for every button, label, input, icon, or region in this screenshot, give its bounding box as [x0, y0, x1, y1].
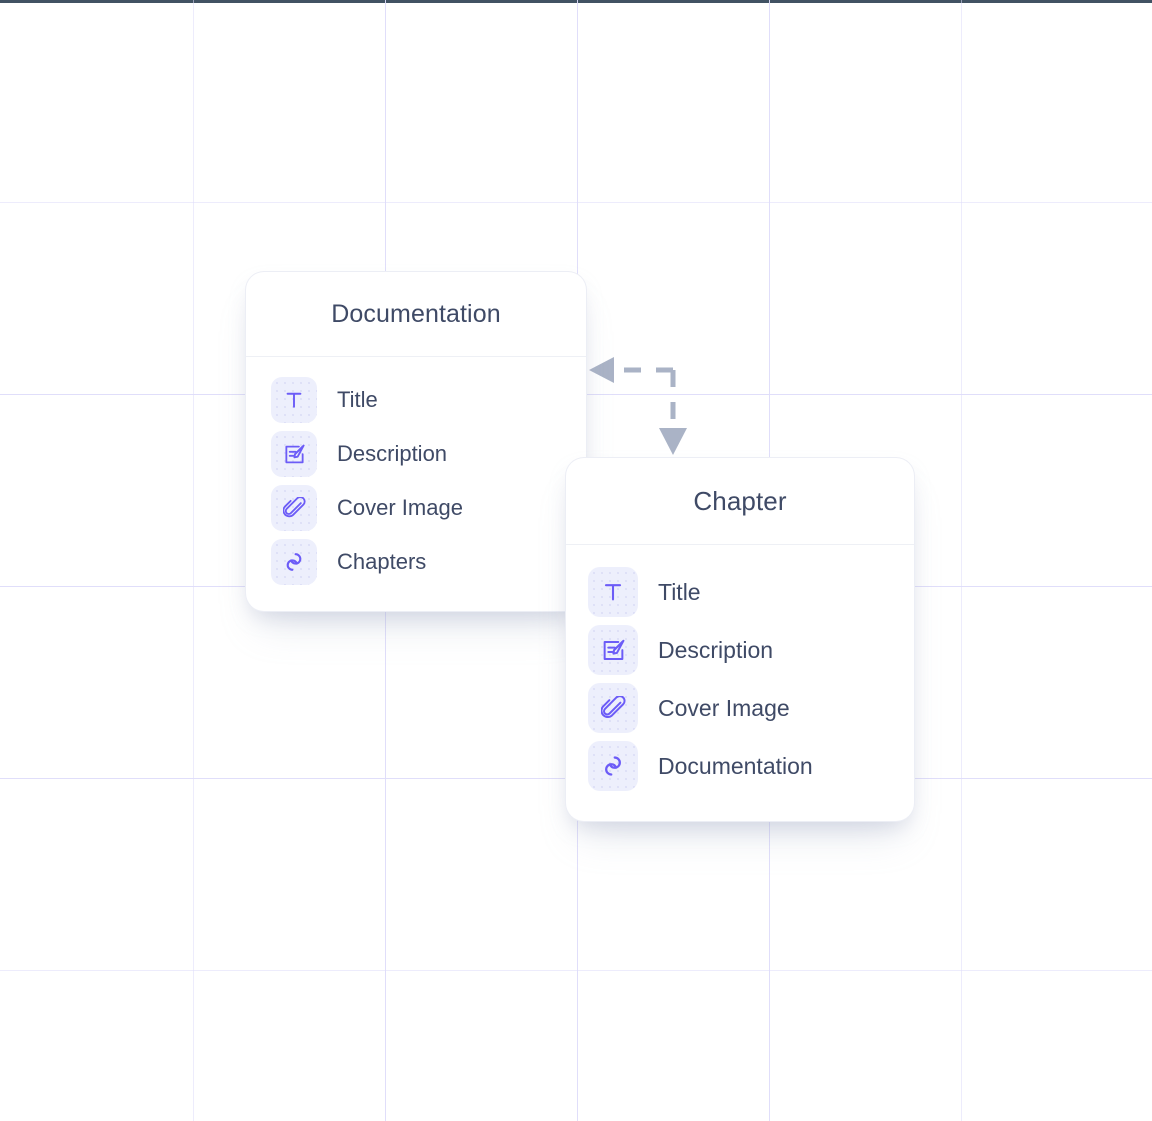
link-relation-icon [588, 741, 638, 791]
field-row[interactable]: Cover Image [246, 481, 586, 535]
card-title: Documentation [331, 299, 501, 328]
text-title-icon [588, 567, 638, 617]
card-title: Chapter [693, 485, 787, 516]
field-label: Cover Image [337, 495, 463, 520]
entity-card-documentation[interactable]: Documentation Title Description Cover Im… [246, 272, 586, 611]
field-label: Description [658, 636, 774, 663]
paperclip-attachment-icon [271, 485, 317, 531]
field-row[interactable]: Documentation [566, 737, 914, 795]
field-label: Description [337, 441, 448, 466]
field-label: Title [337, 387, 378, 412]
card-header: Chapter [566, 458, 914, 545]
description-edit-icon [588, 625, 638, 675]
field-label: Cover Image [658, 694, 790, 721]
field-label: Documentation [658, 752, 813, 779]
field-row[interactable]: Chapters [246, 535, 586, 589]
field-row[interactable]: Description [246, 427, 586, 481]
diagram-canvas: Documentation Title Description Cover Im… [0, 0, 1152, 1121]
field-row[interactable]: Title [246, 373, 586, 427]
link-relation-icon [271, 539, 317, 585]
card-field-list: Title Description [246, 357, 586, 611]
field-label: Title [658, 578, 701, 605]
text-title-icon [271, 377, 317, 423]
entity-card-chapter[interactable]: Chapter Title Description Cover Image Do… [566, 458, 914, 821]
field-label: Chapters [337, 549, 427, 574]
field-row[interactable]: Description [566, 621, 914, 679]
field-row[interactable]: Cover Image [566, 679, 914, 737]
paperclip-attachment-icon [588, 683, 638, 733]
card-field-list: Title Description [566, 545, 914, 821]
field-row[interactable]: Title [566, 563, 914, 621]
description-edit-icon [271, 431, 317, 477]
card-header: Documentation [246, 272, 586, 357]
